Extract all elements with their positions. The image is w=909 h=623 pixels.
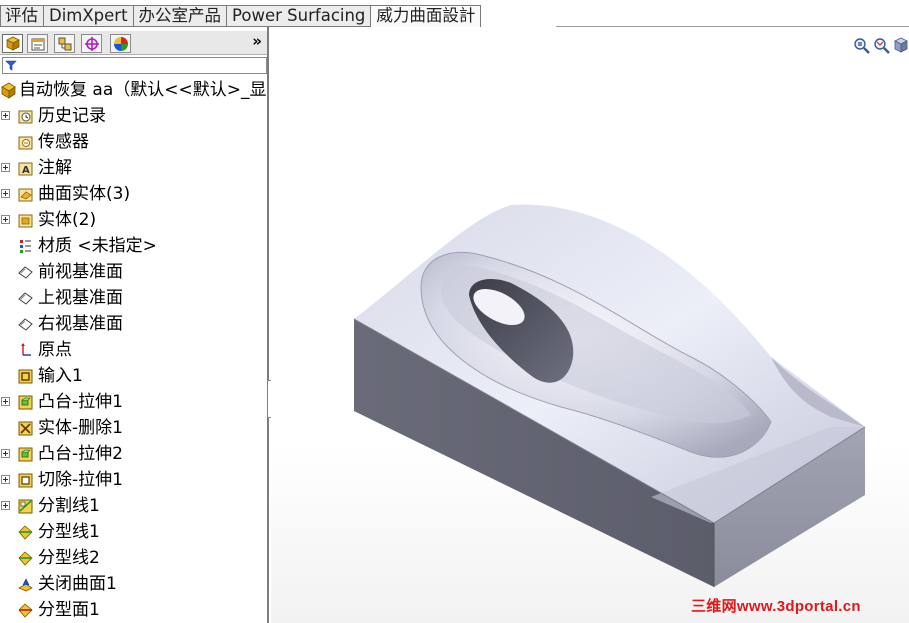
tree-item[interactable]: 分型线1 — [0, 519, 268, 545]
tree-item[interactable]: 凸台-拉伸2 — [0, 441, 268, 467]
tab-0[interactable]: 评估 — [0, 5, 44, 27]
expand-panel-button[interactable]: » — [252, 32, 262, 50]
tree-item[interactable]: 实体-删除1 — [0, 415, 268, 441]
tree-item-label: 历史记录 — [38, 106, 106, 126]
tree-item[interactable]: 材质 <未指定> — [0, 233, 268, 259]
tree-item-label: 上视基准面 — [38, 288, 123, 308]
property-manager-tab[interactable] — [27, 34, 48, 53]
manager-tab-strip: » — [0, 31, 268, 55]
feature-tree: 自动恢复 aa（默认<<默认>_显历史记录传感器 A 注解曲面实体(3) 实体(2) 材… — [0, 77, 268, 623]
display-manager-icon — [114, 37, 128, 51]
split-line-icon — [17, 498, 34, 515]
material-icon — [17, 238, 34, 255]
tree-item-label: 分割线1 — [38, 496, 100, 516]
parting-line-icon — [17, 550, 34, 567]
tree-item-label: 传感器 — [38, 132, 89, 152]
tree-item[interactable]: 分型线2 — [0, 545, 268, 571]
tree-item[interactable]: 分割线1 — [0, 493, 268, 519]
tree-item-label: 前视基准面 — [38, 262, 123, 282]
tree-item-label: 凸台-拉伸2 — [38, 444, 123, 464]
tree-item[interactable]: A 注解 — [0, 155, 268, 181]
tree-item[interactable]: 实体(2) — [0, 207, 268, 233]
annotation-icon: A — [17, 160, 34, 177]
parting-surface-icon — [17, 602, 34, 619]
tree-item-label: 关闭曲面1 — [38, 574, 117, 594]
expand-toggle[interactable] — [1, 111, 10, 120]
tree-item[interactable]: 切除-拉伸1 — [0, 467, 268, 493]
tree-item-label: 实体(2) — [38, 210, 97, 230]
solid-bodies-icon — [17, 212, 34, 229]
boss-extrude-icon — [17, 394, 34, 411]
filter-icon — [5, 60, 17, 71]
watermark-text: 三维网www.3dportal.cn — [691, 598, 861, 615]
command-manager-tabs: 评估 DimXpert 办公室产品 Power Surfacing 威力曲面設計 — [0, 0, 909, 28]
tree-item[interactable]: 分型面1 — [0, 597, 268, 623]
tree-item-label: 输入1 — [38, 366, 83, 386]
plane-icon — [17, 316, 34, 333]
svg-text:A: A — [22, 165, 30, 176]
tab-1[interactable]: DimXpert — [44, 5, 134, 27]
part-icon — [0, 82, 17, 99]
graphics-viewport[interactable]: 三维网www.3dportal.cn — [271, 27, 909, 623]
tree-item-label: 材质 <未指定> — [38, 236, 157, 256]
tree-item[interactable]: 传感器 — [0, 129, 268, 155]
mold-core-model[interactable] — [271, 27, 909, 623]
tree-item-label: 凸台-拉伸1 — [38, 392, 123, 412]
expand-toggle[interactable] — [1, 475, 10, 484]
tree-item-label: 实体-删除1 — [38, 418, 123, 438]
tree-item[interactable]: 输入1 — [0, 363, 268, 389]
tree-root-part[interactable]: 自动恢复 aa（默认<<默认>_显 — [0, 77, 268, 103]
tree-item-label: 分型面1 — [38, 600, 100, 620]
tree-item-label: 原点 — [38, 340, 72, 360]
property-manager-icon — [31, 38, 45, 51]
expand-toggle[interactable] — [1, 215, 10, 224]
parting-line-icon — [17, 524, 34, 541]
tree-item[interactable]: 凸台-拉伸1 — [0, 389, 268, 415]
plane-icon — [17, 264, 34, 281]
tree-item[interactable]: 右视基准面 — [0, 311, 268, 337]
tree-item-label: 右视基准面 — [38, 314, 123, 334]
expand-toggle[interactable] — [1, 449, 10, 458]
shut-off-surface-icon — [17, 576, 34, 593]
tab-3[interactable]: Power Surfacing — [227, 5, 372, 27]
feature-manager-panel: » 自动恢复 aa（默认<<默认>_显历史记录传感器 A 注解曲面实体(3) 实体(2… — [0, 27, 269, 623]
surface-bodies-icon — [17, 186, 34, 203]
sensor-icon — [17, 134, 34, 151]
tab-4[interactable]: 威力曲面設計 — [371, 5, 482, 28]
tree-item-label: 注解 — [38, 158, 72, 178]
configuration-manager-icon — [58, 37, 72, 51]
tree-root-label: 自动恢复 aa（默认<<默认>_显 — [19, 80, 267, 100]
expand-toggle[interactable] — [1, 189, 10, 198]
tree-item-label: 分型线1 — [38, 522, 100, 542]
tree-item[interactable]: 上视基准面 — [0, 285, 268, 311]
configuration-manager-tab[interactable] — [54, 34, 75, 53]
display-manager-tab[interactable] — [110, 34, 131, 53]
tree-item[interactable]: 原点 — [0, 337, 268, 363]
tab-2[interactable]: 办公室产品 — [133, 5, 228, 27]
tree-item[interactable]: 前视基准面 — [0, 259, 268, 285]
dimxpert-manager-tab[interactable] — [81, 34, 102, 53]
tree-item-label: 切除-拉伸1 — [38, 470, 123, 490]
cut-extrude-icon — [17, 472, 34, 489]
tree-item[interactable]: 历史记录 — [0, 103, 268, 129]
tree-filter-input[interactable] — [2, 57, 267, 74]
expand-toggle[interactable] — [1, 163, 10, 172]
expand-toggle[interactable] — [1, 501, 10, 510]
tree-item-label: 分型线2 — [38, 548, 100, 568]
tree-item[interactable]: 关闭曲面1 — [0, 571, 268, 597]
expand-toggle[interactable] — [1, 397, 10, 406]
origin-icon — [17, 342, 34, 359]
dimxpert-manager-icon — [85, 37, 99, 51]
feature-manager-icon — [6, 36, 20, 51]
import-icon — [17, 368, 34, 385]
body-delete-icon — [17, 420, 34, 437]
panel-border — [267, 27, 269, 623]
tree-item-label: 曲面实体(3) — [38, 184, 131, 204]
tree-item[interactable]: 曲面实体(3) — [0, 181, 268, 207]
feature-manager-tab[interactable] — [2, 34, 23, 53]
history-icon — [17, 108, 34, 125]
boss-extrude-icon — [17, 446, 34, 463]
plane-icon — [17, 290, 34, 307]
